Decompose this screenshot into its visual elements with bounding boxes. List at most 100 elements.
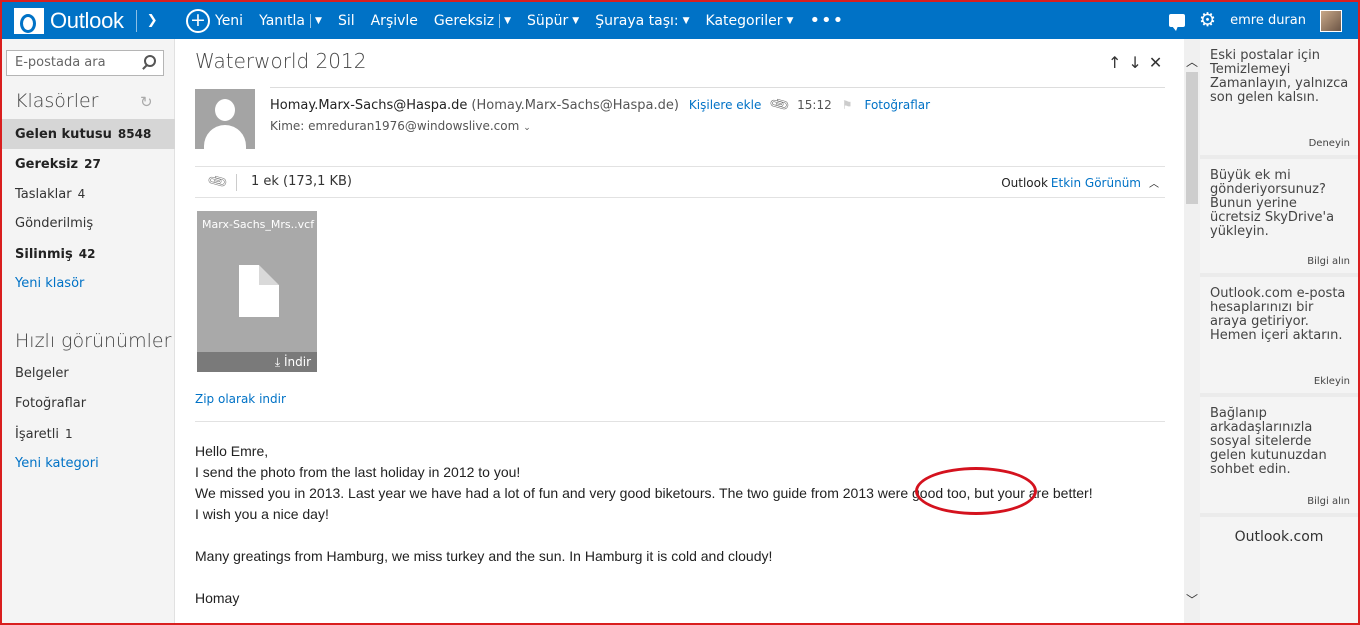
messaging-icon[interactable]: [1169, 14, 1186, 31]
refresh-icon[interactable]: ↻: [140, 93, 153, 111]
ad-action-link[interactable]: Deneyin: [1309, 138, 1350, 149]
ad-tile[interactable]: Eski postalar için Temizlemeyi Zamanlayı…: [1200, 39, 1358, 155]
delete-label: Sil: [337, 12, 355, 29]
folder-count: 8548: [117, 127, 152, 141]
scroll-thumb[interactable]: [1186, 72, 1198, 204]
message-body-line: I send the photo from the last holiday i…: [195, 464, 521, 480]
categories-button[interactable]: Kategoriler ▼: [698, 2, 802, 39]
new-folder-link[interactable]: Yeni klasör: [0, 269, 175, 299]
attachment-name: Marx-Sachs_Mrs..vcf: [202, 218, 315, 231]
ad-tile[interactable]: Büyük ek mi gönderiyorsunuz? Bunun yerin…: [1200, 159, 1358, 273]
folder-label: Gönderilmiş: [15, 216, 94, 231]
flag-icon[interactable]: ⚑: [842, 98, 853, 112]
gear-icon[interactable]: ⚙: [1199, 11, 1216, 30]
quick-view-label: Fotoğraflar: [15, 396, 87, 411]
reading-pane: Waterworld 2012 ↑ ↓ ✕ Homay.Marx-Sachs@H…: [176, 39, 1184, 625]
download-icon: ⤓: [274, 355, 281, 369]
folder-label: Taslaklar: [15, 187, 72, 202]
quick-view-label: Belgeler: [15, 366, 69, 381]
footer-brand: Outlook.com: [1200, 517, 1358, 625]
junk-divider: [499, 13, 501, 28]
delete-button[interactable]: Sil: [330, 2, 363, 39]
annotation-ellipse: [915, 467, 1037, 515]
sweep-button[interactable]: Süpür ▼: [519, 2, 587, 39]
message-body-line: Many greatings from Hamburg, we miss tur…: [195, 548, 773, 564]
folder-count: 4: [77, 187, 86, 201]
outlook-brand[interactable]: Outlook ❯: [0, 2, 178, 39]
quick-view-flagged[interactable]: İşaretli 1: [0, 419, 175, 449]
chevron-down-icon[interactable]: ▼: [315, 16, 322, 26]
folder-inbox[interactable]: Gelen kutusu 8548: [0, 119, 175, 149]
arrow-up-icon[interactable]: ↑: [1108, 53, 1121, 72]
close-icon[interactable]: ✕: [1149, 53, 1162, 72]
ad-action-link[interactable]: Bilgi alın: [1307, 256, 1350, 267]
folder-drafts[interactable]: Taslaklar 4: [0, 179, 175, 209]
top-right-controls: ⚙ emre duran: [1169, 2, 1360, 39]
folder-junk[interactable]: Gereksiz 27: [0, 149, 175, 179]
download-label: İndir: [283, 355, 311, 369]
move-to-button[interactable]: Şuraya taşı: ▼: [587, 2, 697, 39]
scroll-up-icon[interactable]: ︿: [1186, 53, 1198, 70]
attachment-download-button[interactable]: ⤓ İndir: [197, 352, 317, 372]
ad-text: Eski postalar için Temizlemeyi Zamanlayı…: [1210, 48, 1349, 105]
add-contact-link[interactable]: Kişilere ekle: [689, 98, 761, 112]
folder-sent[interactable]: Gönderilmiş: [0, 209, 175, 239]
photos-link[interactable]: Fotoğraflar: [864, 98, 930, 112]
active-view-link[interactable]: Etkin Görünüm: [1051, 176, 1141, 190]
zip-download-link[interactable]: Zip olarak indir: [195, 392, 286, 406]
quick-views-title: Hızlı görünümler: [15, 330, 172, 352]
new-label: Yeni: [215, 12, 244, 29]
ad-text: Outlook.com e-posta hesaplarınızı bir ar…: [1210, 286, 1346, 343]
avatar[interactable]: [1320, 9, 1342, 32]
footer-brand-label[interactable]: Outlook.com: [1200, 529, 1358, 545]
new-category-link[interactable]: Yeni kategori: [0, 449, 175, 479]
folder-label: Silinmiş: [15, 247, 73, 262]
chevron-down-icon[interactable]: ❯: [147, 13, 158, 28]
archive-label: Arşivle: [370, 12, 418, 29]
junk-button[interactable]: Gereksiz ▼: [426, 2, 519, 39]
active-view-prefix: Outlook: [1001, 176, 1048, 190]
folder-deleted[interactable]: Silinmiş 42: [0, 239, 175, 269]
quick-view-documents[interactable]: Belgeler: [0, 359, 175, 389]
folders-title: Klasörler: [15, 90, 99, 112]
paperclip-icon: 📎︎: [206, 170, 230, 194]
chevron-down-icon[interactable]: ▼: [504, 16, 511, 26]
top-command-bar: Outlook ❯ + Yeni Yanıtla ▼ Sil Arşivle G…: [0, 0, 1360, 39]
folder-label: Gereksiz: [15, 157, 79, 172]
folder-count: 27: [84, 157, 101, 171]
attachment-bar: 📎︎ 1 ek (173,1 KB) Outlook Etkin Görünüm ︿: [195, 166, 1165, 198]
message-navigation: ↑ ↓ ✕: [1108, 53, 1162, 72]
more-commands-button[interactable]: •••: [801, 2, 852, 39]
quick-view-photos[interactable]: Fotoğraflar: [0, 389, 175, 419]
new-button[interactable]: + Yeni: [178, 2, 251, 39]
categories-label: Kategoriler: [705, 12, 783, 29]
reply-label: Yanıtla: [259, 12, 306, 29]
expand-recipients-icon[interactable]: ⌄: [523, 123, 531, 133]
ad-action-link[interactable]: Bilgi alın: [1307, 496, 1350, 507]
message-body-line: Hello Emre,: [195, 443, 269, 459]
ad-tile[interactable]: Bağlanıp arkadaşlarınızla sosyal siteler…: [1200, 397, 1358, 513]
active-view: Outlook Etkin Görünüm ︿: [1001, 175, 1159, 190]
reading-scrollbar[interactable]: ︿ ﹀: [1184, 39, 1200, 625]
attachment-tile[interactable]: Marx-Sachs_Mrs..vcf ⤓ İndir: [197, 211, 317, 372]
archive-button[interactable]: Arşivle: [363, 2, 426, 39]
scroll-down-icon[interactable]: ﹀: [1186, 591, 1198, 608]
sender-name[interactable]: Homay.Marx-Sachs@Haspa.de: [270, 98, 467, 113]
chevron-up-icon[interactable]: ︿: [1149, 179, 1159, 190]
ad-action-link[interactable]: Ekleyin: [1314, 376, 1350, 387]
message-body-line: I wish you a nice day!: [195, 506, 329, 522]
from-line: Homay.Marx-Sachs@Haspa.de (Homay.Marx-Sa…: [270, 94, 930, 117]
to-line: Kime: emreduran1976@windowslive.com ⌄: [270, 119, 531, 133]
file-icon: [239, 265, 279, 317]
search-icon[interactable]: [144, 55, 156, 67]
attachment-summary: 1 ek (173,1 KB): [251, 174, 352, 189]
person-icon: [215, 99, 235, 121]
ad-tile[interactable]: Outlook.com e-posta hesaplarınızı bir ar…: [1200, 277, 1358, 393]
arrow-down-icon[interactable]: ↓: [1128, 53, 1141, 72]
user-name[interactable]: emre duran: [1230, 13, 1306, 28]
reply-button[interactable]: Yanıtla ▼: [251, 2, 330, 39]
sweep-label: Süpür: [527, 12, 569, 29]
search-placeholder: E-postada ara: [15, 55, 106, 70]
search-input[interactable]: E-postada ara: [6, 50, 164, 76]
chevron-down-icon: ▼: [572, 15, 580, 26]
